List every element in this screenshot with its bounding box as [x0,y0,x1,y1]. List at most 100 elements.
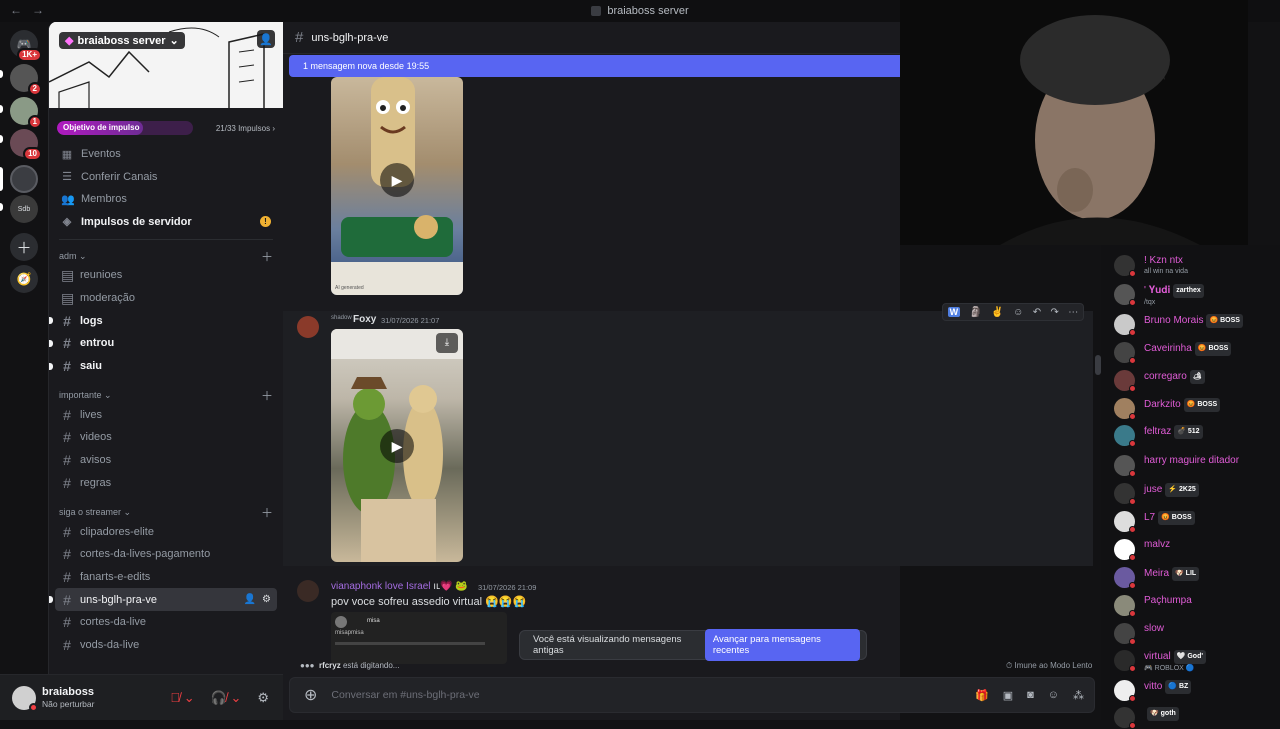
stream-chat-user[interactable]: 🐶 goth [1114,707,1280,729]
slowmode-indicator: ⏱ Imune ao Modo Lento [1006,661,1092,671]
stream-chat-user[interactable]: harry maguire ditador [1114,455,1280,477]
channel-label: saiu [80,360,103,373]
channel-regras[interactable]: # regras [55,472,277,495]
server-name-dropdown[interactable]: ◆ braiaboss server ⌄ [59,32,185,49]
image-attachment[interactable]: misa misapmisa [331,612,507,664]
stream-chat-user[interactable]: Meira 🐶 LIL [1114,567,1280,589]
message-author[interactable]: vianaphonk love Israel ıʟ💗 🐸 [331,581,468,592]
stream-chat-user[interactable]: L7 😡 BOSS [1114,511,1280,533]
unread-pill [0,203,3,211]
download-button[interactable]: ⤓ [436,333,458,353]
channel-label: videos [80,431,112,444]
channel-logs[interactable]: # logs [49,309,277,332]
gift-icon[interactable]: 🎁 [975,689,989,702]
message-composer[interactable]: ⊕ Conversar em #uns-bglh-pra-ve 🎁 ▣ ◙ ☺ … [289,677,1095,713]
stream-chat-user[interactable]: Bruno Morais 😡 BOSS [1114,314,1280,336]
channel-fanarts-e-edits[interactable]: # fanarts-e-edits [55,566,277,589]
channel-entrou[interactable]: # entrou [49,332,277,355]
avatar[interactable] [297,316,319,338]
more-icon[interactable]: ⋯ [1068,307,1078,318]
hash-icon: # [63,614,71,631]
stream-chat-user[interactable]: virtual 🤍 God' 🎮 ROBLOX 🔵 [1114,650,1280,673]
add-channel-icon[interactable]: ＋ [261,248,273,265]
server-icon-2[interactable]: 1 [10,97,42,129]
boost-goal[interactable]: Objetivo de impulso 21/33 Impulsos › [57,121,275,135]
app-bot-icon[interactable]: 🗿 [970,307,982,318]
forward-icon[interactable]: ↷ [1050,307,1058,318]
channel-videos[interactable]: # videos [55,426,277,449]
reply-icon[interactable]: ↶ [1033,307,1041,318]
category-label: adm [59,251,77,261]
message-author[interactable]: Foxy [353,314,376,325]
forward-arrow-icon[interactable]: → [32,3,44,17]
add-reaction-icon[interactable]: ☺ [1013,307,1023,318]
server-icon-sdb[interactable]: Sdb [10,195,38,223]
jump-to-present-button[interactable]: Avançar para mensagens recentes [704,629,860,661]
channel-lives[interactable]: # lives [55,403,277,426]
add-channel-icon[interactable]: ＋ [261,387,273,404]
attach-plus-icon[interactable]: ⊕ [304,685,317,705]
play-button[interactable]: ▶ [380,429,414,463]
stream-chat-user[interactable]: corregaro 🏕 [1114,370,1280,392]
author-flair: ıʟ💗 🐸 [433,581,468,592]
stream-chat-user[interactable]: ' 𝐘𝐮𝐝𝐢 zarthex/tqx [1114,284,1280,307]
gear-icon[interactable]: ⚙ [257,690,269,706]
webcam-feed [900,0,1248,245]
user-subtitle: /tqx [1144,299,1156,306]
channel-clipadores-elite[interactable]: # clipadores-elite [55,520,277,543]
add-channel-icon[interactable]: ＋ [261,504,273,521]
home-dm-button[interactable]: 🎮 1K+ [10,30,42,62]
menu-members[interactable]: 👥 Membros [49,188,283,211]
gif-icon[interactable]: ▣ [1003,689,1013,702]
gear-icon[interactable]: ⚙ [262,594,271,605]
invite-people-button[interactable]: 👤 [257,30,275,48]
sticker-icon[interactable]: ◙ [1027,689,1034,702]
user-tag-badge: 🔵 BZ [1165,680,1192,694]
dnd-status-icon [29,702,38,712]
add-member-icon[interactable]: 👤 [244,594,256,605]
category-importante[interactable]: importante ⌄ ＋ [49,387,283,403]
mic-muted-icon[interactable]: 🎙̸ ⌄ [170,690,194,706]
video-attachment[interactable]: ▶ AI generated [331,77,463,295]
channel-avisos[interactable]: # avisos [55,449,277,472]
channel-uns-bglh-pra-ve[interactable]: # uns-bglh-pra-ve 👤 ⚙ [49,588,277,611]
server-icon-braiaboss[interactable] [10,165,38,193]
play-button[interactable]: ▶ [380,163,414,197]
emoji-icon[interactable]: ☺ [1048,689,1059,702]
category-adm[interactable]: adm ⌄ ＋ [49,248,283,264]
back-arrow-icon[interactable]: ← [10,3,22,17]
headphones-deafened-icon[interactable]: 🎧̸ ⌄ [211,690,242,706]
discover-button[interactable]: 🧭 [10,265,38,293]
new-messages-bar[interactable]: 1 mensagem nova desde 19:55 [289,55,900,77]
server-icon-1[interactable]: 2 [10,64,42,96]
stream-chat-user[interactable]: vitto 🔵 BZ [1114,680,1280,702]
channel-cortes-da-live[interactable]: # cortes-da-live [55,611,277,634]
app-bot2-icon[interactable]: ✌ [991,307,1003,318]
stream-chat-user[interactable]: Caveirinha 😡 BOSS [1114,342,1280,364]
hash-icon: # [63,406,71,423]
avatar[interactable] [12,685,38,712]
avatar[interactable] [297,580,319,602]
stream-chat-user[interactable]: slow [1114,623,1280,645]
app-w-icon[interactable]: W [947,307,961,317]
menu-events[interactable]: ▦ Eventos [49,143,283,166]
channel-moderacao[interactable]: ▤ moderação [55,287,277,310]
server-icon-3[interactable]: 10 [10,129,42,161]
channel-cortes-da-lives-pagamento[interactable]: # cortes-da-lives-pagamento [55,543,277,566]
menu-browse-channels[interactable]: ☰ Conferir Canais [49,166,283,189]
category-siga-o-streamer[interactable]: siga o streamer ⌄ ＋ [49,504,283,520]
stream-chat-user[interactable]: juse ⚡ 2K25 [1114,483,1280,505]
stream-chat-user[interactable]: Paçhumpa [1114,595,1280,617]
add-server-button[interactable]: ＋ [10,233,38,261]
stream-chat-user[interactable]: Darkzito 😡 BOSS [1114,398,1280,420]
channel-reunioes[interactable]: ▤ reunioes [55,264,277,287]
channel-vods-da-live[interactable]: # vods-da-live [55,634,277,657]
embed-username: misapmisa [335,630,364,636]
apps-icon[interactable]: ⁂ [1073,689,1084,702]
stream-chat-user[interactable]: malvz [1114,539,1280,561]
video-attachment[interactable]: ▶ ⤓ [331,329,463,562]
stream-chat-user[interactable]: feltraz 💣 512 [1114,425,1280,447]
channel-saiu[interactable]: # saiu [49,355,277,378]
stream-chat-user[interactable]: ! Kzn ntx all win na vida [1114,255,1280,277]
menu-server-boosts[interactable]: ◈ Impulsos de servidor! [49,211,283,234]
